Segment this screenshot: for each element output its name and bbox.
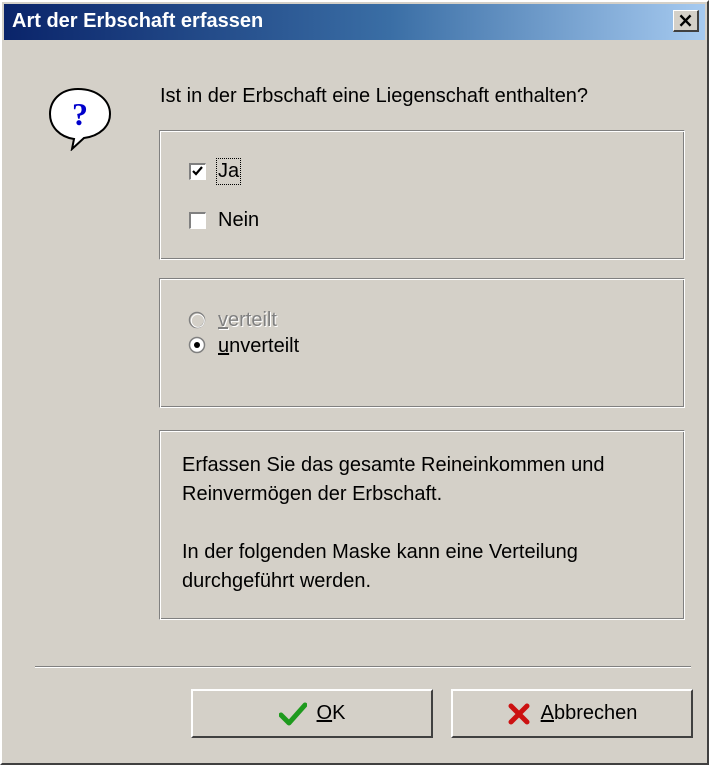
info-groupbox: Erfassen Sie das gesamte Reineinkommen u… [159,430,685,620]
ok-button[interactable]: OK [191,689,433,738]
property-groupbox: Ja Nein [159,130,685,260]
cancel-button[interactable]: Abbrechen [451,689,693,738]
unverteilt-label[interactable]: unverteilt [218,335,299,358]
svg-text:?: ? [72,96,88,132]
ja-checkbox[interactable] [189,163,206,180]
verteilt-label: verteilt [218,309,277,331]
ok-label: OK [316,702,346,724]
info-paragraph-2: In der folgenden Maske kann eine Verteil… [182,541,578,592]
verteilt-radio[interactable] [188,311,206,329]
nein-label[interactable]: Nein [218,209,259,232]
close-button[interactable]: × [673,10,699,32]
close-icon: × [677,8,694,32]
checkmark-glyph-icon [192,166,203,176]
distribution-groupbox: verteilt unverteilt [159,278,685,408]
checkmark-icon [278,702,307,725]
unverteilt-radio[interactable] [188,336,206,354]
x-icon [508,703,530,724]
nein-checkbox[interactable] [189,212,206,229]
cancel-label: Abbrechen [540,702,638,724]
question-bubble-icon: ? [48,87,112,151]
window-title: Art der Erbschaft erfassen [12,10,264,32]
info-paragraph-1: Erfassen Sie das gesamte Reineinkommen u… [182,454,605,505]
ja-label[interactable]: Ja [215,158,242,185]
info-text: Erfassen Sie das gesamte Reineinkommen u… [182,451,672,596]
question-text: Ist in der Erbschaft eine Liegenschaft e… [160,85,589,107]
title-bar[interactable]: Art der Erbschaft erfassen × [4,4,705,40]
separator-line [35,666,691,668]
